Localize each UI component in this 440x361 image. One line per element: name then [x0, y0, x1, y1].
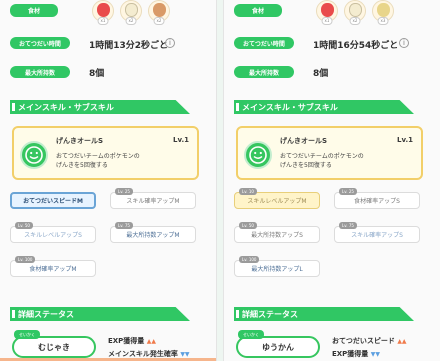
- sub-skill-label: 最大所持数アップL: [251, 266, 303, 273]
- lock-level-badge: Lv. 25: [339, 188, 357, 195]
- sub-skill-label: 食材確率アップS: [354, 198, 400, 205]
- ingredient-label: 食材: [234, 4, 282, 17]
- ingredient-count: x2: [125, 17, 137, 25]
- lock-level-badge: Lv. 25: [115, 188, 133, 195]
- main-skill-desc-line: おてつだいチームのポケモンの: [56, 153, 140, 160]
- potato-icon: [153, 3, 166, 17]
- help-time-label: おてつだい時間: [234, 37, 294, 49]
- max-carry-value: 8個: [313, 69, 329, 79]
- ingredient-label: 食材: [10, 4, 58, 17]
- main-skill-level: Lv.1: [173, 136, 189, 144]
- nature-value[interactable]: ゆうかん: [236, 336, 320, 358]
- ingredient-list: x1 x2 x2: [92, 0, 170, 25]
- lock-level-badge: Lv. 100: [239, 256, 260, 263]
- drink-icon: [377, 3, 390, 17]
- ingredient-milk[interactable]: x2: [344, 0, 366, 25]
- main-skill-card[interactable]: げんきオールS Lv.1 おてつだいチームのポケモンの げんきを5回復する: [236, 126, 423, 180]
- smile-icon: [244, 141, 272, 169]
- sub-skill-chip[interactable]: Lv. 50 最大所持数アップS: [234, 222, 320, 243]
- info-icon[interactable]: i: [165, 38, 175, 48]
- max-carry-value: 8個: [89, 69, 105, 79]
- lock-level-badge: Lv. 100: [15, 256, 36, 263]
- skills-section-header: メインスキル・サブスキル: [10, 100, 190, 114]
- milk-icon: [349, 3, 362, 17]
- ingredient-count: x3: [377, 17, 389, 25]
- stat-label: メインスキル発生確率: [108, 350, 178, 358]
- lock-level-badge: Lv. 10: [239, 188, 257, 195]
- lock-level-badge: Lv. 50: [239, 222, 257, 229]
- nature-tag: せいかく: [238, 330, 264, 339]
- ingredient-milk[interactable]: x2: [120, 0, 142, 25]
- sub-skill-chip[interactable]: Lv. 25 食材確率アップS: [334, 188, 420, 209]
- sub-skill-label: 最大所持数アップS: [251, 232, 303, 239]
- apple-icon: [97, 3, 110, 17]
- lock-level-badge: Lv. 75: [339, 222, 357, 229]
- arrow-down-icon: ▼▼: [180, 351, 190, 358]
- arrow-down-icon: ▼▼: [370, 351, 380, 358]
- help-time-value: 1時間16分54秒ごと: [313, 41, 399, 51]
- ingredient-count: x2: [349, 17, 361, 25]
- help-time-label: おてつだい時間: [10, 37, 70, 49]
- max-carry-label: 最大所持数: [10, 66, 70, 78]
- sub-skill-label: スキルレベルアップM: [247, 198, 307, 205]
- sub-skill-label: 最大所持数アップM: [126, 232, 180, 239]
- stat-label: EXP獲得量: [108, 337, 145, 345]
- info-icon[interactable]: i: [399, 38, 409, 48]
- arrow-up-icon: ▲▲: [397, 338, 407, 345]
- main-skill-name: げんきオールS: [280, 137, 328, 145]
- sub-skill-label: 食材確率アップM: [29, 266, 77, 273]
- sub-skill-label: スキル確率アップM: [126, 198, 180, 205]
- main-skill-description: おてつだいチームのポケモンの げんきを5回復する: [280, 152, 364, 170]
- nature-tag: せいかく: [14, 330, 40, 339]
- max-carry-label: 最大所持数: [234, 66, 294, 78]
- sub-skill-label: スキル確率アップS: [351, 232, 403, 239]
- stat-label: おてつだいスピード: [332, 337, 395, 345]
- main-skill-level: Lv.1: [397, 136, 413, 144]
- stat-down: EXP獲得量 ▼▼: [332, 349, 380, 359]
- panel-divider: [216, 0, 224, 361]
- sub-skill-chip[interactable]: Lv. 75 スキル確率アップS: [334, 222, 420, 243]
- stat-label: EXP獲得量: [332, 350, 369, 358]
- left-pokemon-panel: 食材 x1 x2 x2 おてつだい時間 1時間13分2秒ごと i 最大所持数 8…: [0, 0, 216, 361]
- detail-section-header: 詳細ステータス: [10, 307, 190, 321]
- smile-icon: [20, 141, 48, 169]
- sub-skill-chip[interactable]: Lv. 10 スキルレベルアップM: [234, 188, 320, 209]
- main-skill-desc-line: げんきを5回復する: [56, 162, 108, 169]
- sub-skill-label: おてつだいスピードM: [23, 198, 83, 205]
- sub-skill-chip[interactable]: Lv. 100 最大所持数アップL: [234, 256, 320, 277]
- ingredient-list: x1 x2 x3: [316, 0, 394, 25]
- sub-skill-label: スキルレベルアップS: [24, 232, 82, 239]
- sub-skill-chip[interactable]: おてつだいスピードM: [10, 192, 96, 209]
- main-skill-desc-line: げんきを5回復する: [280, 162, 332, 169]
- apple-icon: [321, 3, 334, 17]
- ingredient-count: x1: [97, 17, 109, 25]
- ingredient-drink[interactable]: x3: [372, 0, 394, 25]
- sub-skill-chip[interactable]: Lv. 50 スキルレベルアップS: [10, 222, 96, 243]
- main-skill-description: おてつだいチームのポケモンの げんきを5回復する: [56, 152, 140, 170]
- ingredient-potato[interactable]: x2: [148, 0, 170, 25]
- stat-up: EXP獲得量 ▲▲: [108, 336, 156, 346]
- sub-skill-chip[interactable]: Lv. 25 スキル確率アップM: [110, 188, 196, 209]
- sub-skill-chip[interactable]: Lv. 75 最大所持数アップM: [110, 222, 196, 243]
- milk-icon: [125, 3, 138, 17]
- ingredient-count: x2: [153, 17, 165, 25]
- help-time-value: 1時間13分2秒ごと: [89, 41, 169, 51]
- skills-section-header: メインスキル・サブスキル: [234, 100, 414, 114]
- detail-section-header: 詳細ステータス: [234, 307, 414, 321]
- ingredient-count: x1: [321, 17, 333, 25]
- sub-skill-chip[interactable]: Lv. 100 食材確率アップM: [10, 256, 96, 277]
- lock-level-badge: Lv. 75: [115, 222, 133, 229]
- nature-value[interactable]: むじゃき: [12, 336, 96, 358]
- right-pokemon-panel: 食材 x1 x2 x3 おてつだい時間 1時間16分54秒ごと i 最大所持数 …: [224, 0, 440, 361]
- main-skill-desc-line: おてつだいチームのポケモンの: [280, 153, 364, 160]
- stat-up: おてつだいスピード ▲▲: [332, 336, 407, 346]
- lock-level-badge: Lv. 50: [15, 222, 33, 229]
- ingredient-apple[interactable]: x1: [316, 0, 338, 25]
- main-skill-name: げんきオールS: [56, 137, 104, 145]
- main-skill-card[interactable]: げんきオールS Lv.1 おてつだいチームのポケモンの げんきを5回復する: [12, 126, 199, 180]
- comparison-screen: 食材 x1 x2 x2 おてつだい時間 1時間13分2秒ごと i 最大所持数 8…: [0, 0, 440, 361]
- ingredient-apple[interactable]: x1: [92, 0, 114, 25]
- arrow-up-icon: ▲▲: [146, 338, 156, 345]
